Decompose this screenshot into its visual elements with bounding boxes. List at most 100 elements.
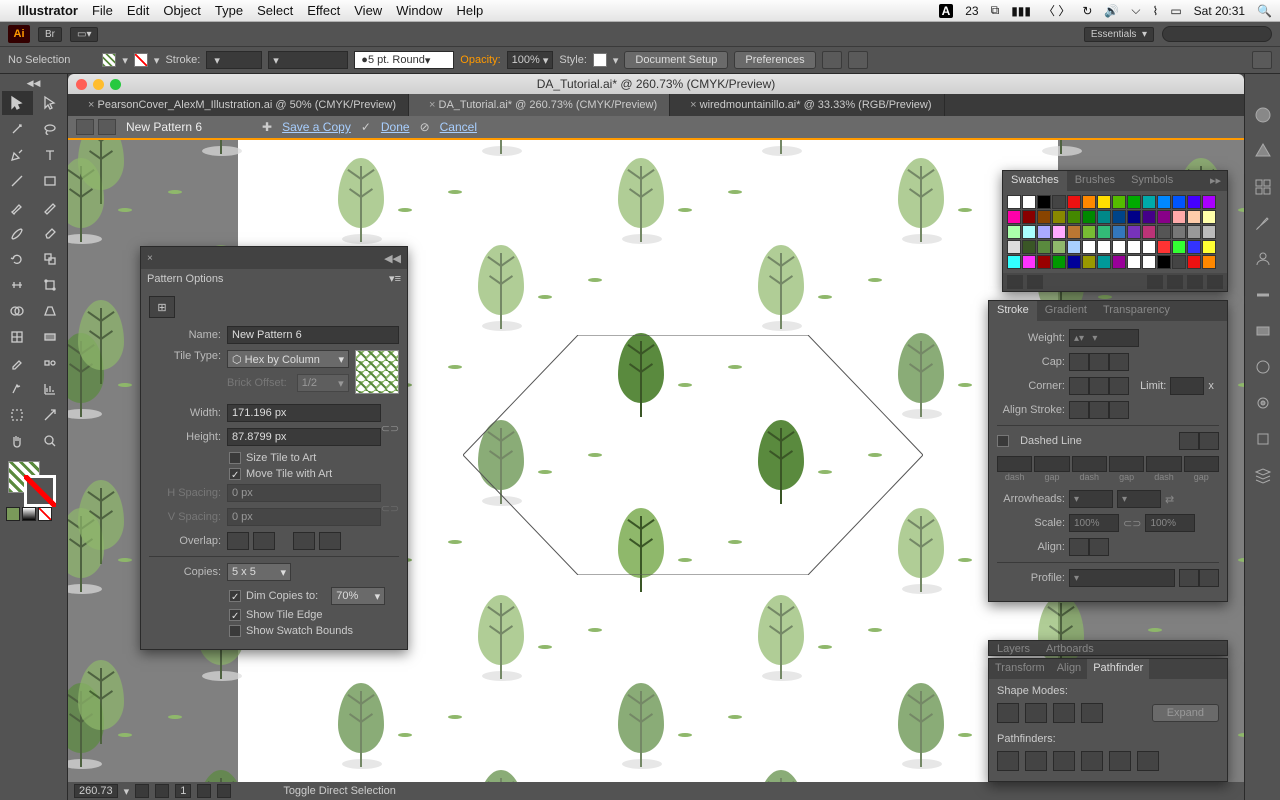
swatch-cell[interactable] (1172, 225, 1186, 239)
weight-field[interactable]: ▴▾ ▾ (1069, 329, 1139, 347)
dash-1[interactable] (997, 456, 1032, 472)
blend-tool[interactable] (35, 351, 66, 375)
swatch-cell[interactable] (1052, 255, 1066, 269)
divide-icon[interactable] (997, 751, 1019, 771)
collapse-icon[interactable]: ▸▸ (1204, 171, 1227, 191)
volume-icon[interactable]: 🔊 (1104, 4, 1119, 18)
gap-2[interactable] (1109, 456, 1144, 472)
slice-tool[interactable] (35, 403, 66, 427)
symbol-sprayer-tool[interactable] (2, 377, 33, 401)
link-scale-icon[interactable]: ⊂⊃ (1123, 517, 1141, 530)
menu-edit[interactable]: Edit (127, 3, 149, 18)
tile-type-dropdown[interactable]: ⬡ Hex by Column▾ (227, 350, 349, 368)
menu-window[interactable]: Window (396, 3, 442, 18)
align-icon[interactable] (822, 51, 842, 69)
color-mode[interactable] (6, 507, 20, 521)
swatch-cell[interactable] (1202, 195, 1216, 209)
dash-2[interactable] (1072, 456, 1107, 472)
swatch-cell[interactable] (1172, 210, 1186, 224)
swatch-cell[interactable] (1142, 195, 1156, 209)
brush-def[interactable]: ● 5 pt. Round ▾ (354, 51, 454, 69)
type-tool[interactable] (35, 143, 66, 167)
swatch-cell[interactable] (1202, 240, 1216, 254)
stroke-weight-field[interactable]: ▾ (206, 51, 262, 69)
swatch-grid[interactable] (1003, 191, 1227, 273)
tab-symbols[interactable]: Symbols (1123, 171, 1181, 191)
spotlight-icon[interactable]: 🔍 (1257, 4, 1272, 18)
scale-start[interactable]: 100% (1069, 514, 1119, 532)
tab-align[interactable]: Align (1051, 659, 1087, 679)
none-mode[interactable] (38, 507, 52, 521)
close-window-icon[interactable] (76, 79, 87, 90)
sync-icon[interactable]: ↻ (1082, 4, 1092, 18)
hand-tool[interactable] (2, 429, 33, 453)
move-with-art-checkbox[interactable] (229, 468, 241, 480)
dim-copies-checkbox[interactable] (229, 590, 241, 602)
artboard-index[interactable]: 1 (175, 784, 191, 798)
cap-square[interactable] (1109, 353, 1129, 371)
zoom-window-icon[interactable] (110, 79, 121, 90)
tab-transform[interactable]: Transform (989, 659, 1051, 679)
width-tool[interactable] (2, 273, 33, 297)
adobe-cc-icon[interactable]: A (939, 4, 954, 18)
wifi-icon[interactable]: ⌇ (1152, 4, 1158, 18)
corner-miter[interactable] (1069, 377, 1089, 395)
tab-layers[interactable]: Layers (989, 641, 1038, 655)
swatch-options-icon[interactable] (1147, 275, 1163, 289)
swatch-cell[interactable] (1067, 210, 1081, 224)
swatch-cell[interactable] (1097, 195, 1111, 209)
fill-stroke-indicator[interactable] (2, 459, 65, 505)
pattern-name-input[interactable] (227, 326, 399, 344)
swatch-cell[interactable] (1142, 240, 1156, 254)
free-transform-tool[interactable] (35, 273, 66, 297)
bluetooth-icon[interactable]: ⌵ (1131, 3, 1140, 18)
arrow-end[interactable]: ▾ (1117, 490, 1161, 508)
limit-field[interactable] (1170, 377, 1204, 395)
clock[interactable]: Sat 20:31 (1194, 4, 1245, 18)
swatch-cell[interactable] (1142, 210, 1156, 224)
search-field[interactable] (1162, 26, 1272, 42)
evernote-icon[interactable]: ⧉ (991, 3, 1000, 18)
swatch-cell[interactable] (1202, 255, 1216, 269)
panel-close-icon[interactable]: × (147, 253, 153, 264)
swatch-cell[interactable] (1037, 225, 1051, 239)
tile-width-input[interactable] (227, 404, 381, 422)
tab-stroke[interactable]: Stroke (989, 301, 1037, 321)
tab-pathfinder[interactable]: Pathfinder (1087, 659, 1149, 679)
swatch-cell[interactable] (1142, 225, 1156, 239)
appearance-panel-icon[interactable] (1252, 392, 1274, 414)
delete-swatch-icon[interactable] (1207, 275, 1223, 289)
tile-height-input[interactable] (227, 428, 381, 446)
corner-round[interactable] (1089, 377, 1109, 395)
blob-brush-tool[interactable] (2, 221, 33, 245)
cancel-link[interactable]: Cancel (440, 120, 477, 134)
show-tile-edge-checkbox[interactable] (229, 609, 241, 621)
tab-close-icon[interactable]: × (88, 99, 94, 111)
swatch-cell[interactable] (1112, 195, 1126, 209)
swatch-cell[interactable] (1007, 255, 1021, 269)
swatch-cell[interactable] (1037, 255, 1051, 269)
swatch-cell[interactable] (1127, 210, 1141, 224)
swap-arrows-icon[interactable]: ⇄ (1165, 493, 1174, 506)
new-group-icon[interactable] (1167, 275, 1183, 289)
document-setup-button[interactable]: Document Setup (624, 51, 728, 69)
overlap-right[interactable] (253, 532, 275, 550)
tab-swatches[interactable]: Swatches (1003, 171, 1067, 191)
tile-edit-icon[interactable]: ⊞ (149, 296, 175, 318)
zoom-tool[interactable] (35, 429, 66, 453)
profile-dropdown[interactable]: ▾ (1069, 569, 1175, 587)
swatch-lib-icon[interactable] (1007, 275, 1023, 289)
swatch-cell[interactable] (1112, 240, 1126, 254)
battery-icon[interactable]: ▮▮▮ (1011, 4, 1031, 18)
menu-effect[interactable]: Effect (307, 3, 340, 18)
swatch-cell[interactable] (1157, 255, 1171, 269)
swatch-cell[interactable] (1172, 240, 1186, 254)
last-artboard-icon[interactable] (217, 784, 231, 798)
transform-icon[interactable] (848, 51, 868, 69)
outline-icon[interactable] (1109, 751, 1131, 771)
eraser-tool[interactable] (35, 221, 66, 245)
first-artboard-icon[interactable] (135, 784, 149, 798)
pen-tool[interactable] (2, 143, 33, 167)
menu-object[interactable]: Object (163, 3, 201, 18)
swatch-cell[interactable] (1157, 210, 1171, 224)
